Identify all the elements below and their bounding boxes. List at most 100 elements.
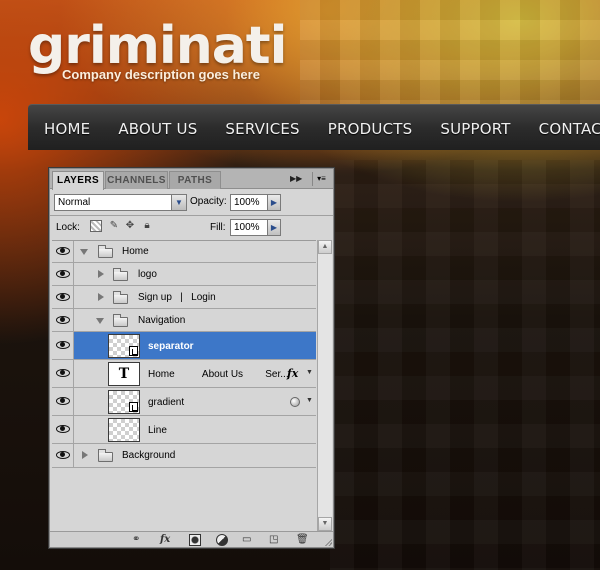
eye-icon[interactable] bbox=[56, 397, 70, 405]
eye-icon[interactable] bbox=[56, 451, 70, 459]
layer-thumbnail[interactable] bbox=[108, 334, 140, 358]
layer-row-logo[interactable]: logo bbox=[52, 263, 316, 286]
disclosure-right-icon[interactable] bbox=[98, 270, 104, 278]
new-layer-icon[interactable]: ◳ bbox=[269, 534, 278, 546]
eye-icon[interactable] bbox=[56, 341, 70, 349]
lock-move-icon[interactable]: ✥ bbox=[124, 220, 136, 232]
layer-row-text[interactable]: T Home About Us Ser... fx ▼ bbox=[52, 360, 316, 388]
visibility-cell bbox=[52, 286, 74, 308]
blend-mode-value: Normal bbox=[58, 197, 91, 208]
layers-list: Home logo Sign up | Login Navigation sep… bbox=[52, 240, 316, 531]
site-logo[interactable]: griminati bbox=[28, 18, 287, 74]
layer-name: Sign up | Login bbox=[138, 292, 216, 303]
lock-brush-icon[interactable]: ✎ bbox=[108, 220, 120, 232]
site-tagline: Company description goes here bbox=[62, 67, 260, 82]
layer-name: separator bbox=[148, 341, 194, 352]
visibility-cell bbox=[52, 241, 74, 262]
layer-thumbnail[interactable] bbox=[108, 390, 140, 414]
scroll-down-icon[interactable]: ▼ bbox=[318, 517, 332, 531]
layer-row-background[interactable]: Background bbox=[52, 444, 316, 468]
panel-footer: ⚭ fx ▭ ◳ 🗑︎ bbox=[50, 531, 333, 547]
layer-style-icon[interactable] bbox=[290, 397, 300, 407]
fx-icon[interactable]: fx bbox=[287, 367, 298, 380]
nav-contact[interactable]: CONTACT bbox=[525, 105, 600, 151]
nav-products[interactable]: PRODUCTS bbox=[314, 105, 427, 151]
group-folder-icon[interactable]: ▭ bbox=[242, 534, 251, 546]
eye-icon[interactable] bbox=[56, 425, 70, 433]
double-chevron-right-icon[interactable]: ▶▶ bbox=[290, 174, 302, 183]
panel-menu-icon[interactable]: ▾≡ bbox=[312, 172, 330, 186]
layer-thumbnail[interactable] bbox=[108, 418, 140, 442]
opacity-input[interactable]: 100% bbox=[230, 194, 268, 211]
adjustment-icon[interactable] bbox=[216, 534, 228, 546]
tab-channels[interactable]: CHANNELS bbox=[105, 171, 168, 189]
disclosure-down-icon[interactable] bbox=[80, 249, 88, 255]
visibility-cell bbox=[52, 309, 74, 331]
opacity-label: Opacity: bbox=[190, 196, 227, 207]
visibility-cell bbox=[52, 416, 74, 443]
visibility-cell bbox=[52, 332, 74, 359]
body-mosaic-pattern bbox=[330, 160, 600, 570]
layers-scrollbar[interactable]: ▲ ▼ bbox=[317, 240, 332, 531]
layer-row-separator[interactable]: separator bbox=[52, 332, 316, 360]
smart-object-icon bbox=[129, 402, 138, 412]
folder-icon bbox=[113, 291, 128, 304]
layer-row-gradient[interactable]: gradient ▼ bbox=[52, 388, 316, 416]
layer-name: Home About Us Ser... bbox=[148, 369, 289, 380]
nav-home[interactable]: HOME bbox=[28, 105, 104, 151]
fill-input[interactable]: 100% bbox=[230, 219, 268, 236]
lock-transparent-icon[interactable] bbox=[90, 220, 102, 232]
lock-label: Lock: bbox=[56, 222, 80, 233]
header-mosaic-pattern bbox=[300, 0, 600, 120]
chevron-down-icon[interactable]: ▼ bbox=[306, 397, 313, 404]
chevron-down-icon[interactable]: ▼ bbox=[171, 195, 186, 210]
nav-about-us[interactable]: ABOUT US bbox=[104, 105, 211, 151]
folder-icon bbox=[113, 268, 128, 281]
link-icon[interactable]: ⚭ bbox=[132, 534, 140, 546]
layer-name: logo bbox=[138, 269, 157, 280]
tab-paths[interactable]: PATHS bbox=[169, 171, 221, 189]
folder-icon bbox=[98, 245, 113, 258]
layer-name: Background bbox=[122, 450, 176, 461]
lock-all-icon[interactable]: 🔒︎ bbox=[141, 220, 153, 232]
visibility-cell bbox=[52, 360, 74, 387]
folder-icon bbox=[113, 314, 128, 327]
eye-icon[interactable] bbox=[56, 293, 70, 301]
panel-tab-bar: LAYERS CHANNELS PATHS ▶▶ ▾≡ bbox=[50, 169, 333, 190]
nav-support[interactable]: SUPPORT bbox=[426, 105, 524, 151]
smart-object-icon bbox=[129, 346, 138, 356]
nav-services[interactable]: SERVICES bbox=[211, 105, 313, 151]
layer-name: gradient bbox=[148, 397, 185, 408]
eye-icon[interactable] bbox=[56, 316, 70, 324]
text-layer-icon[interactable]: T bbox=[108, 362, 140, 386]
visibility-cell bbox=[52, 263, 74, 285]
fill-label: Fill: bbox=[210, 222, 226, 233]
eye-icon[interactable] bbox=[56, 369, 70, 377]
folder-icon bbox=[98, 449, 113, 462]
main-navigation: HOME ABOUT US SERVICES PRODUCTS SUPPORT … bbox=[28, 104, 600, 150]
layer-row-signup-login[interactable]: Sign up | Login bbox=[52, 286, 316, 309]
chevron-down-icon[interactable]: ▼ bbox=[306, 369, 313, 376]
layer-row-line[interactable]: Line bbox=[52, 416, 316, 444]
layer-name: Navigation bbox=[138, 315, 186, 326]
opacity-slider-arrow-icon[interactable]: ▶ bbox=[268, 194, 281, 211]
trash-icon[interactable]: 🗑︎ bbox=[296, 534, 309, 546]
fill-slider-arrow-icon[interactable]: ▶ bbox=[268, 219, 281, 236]
layers-panel: LAYERS CHANNELS PATHS ▶▶ ▾≡ Normal ▼ Opa… bbox=[49, 168, 334, 548]
options-divider bbox=[50, 215, 333, 216]
mask-icon[interactable] bbox=[189, 534, 201, 546]
eye-icon[interactable] bbox=[56, 247, 70, 255]
layer-name: Home bbox=[122, 246, 149, 257]
blend-mode-select[interactable]: Normal ▼ bbox=[54, 194, 187, 211]
fx-icon[interactable]: fx bbox=[160, 534, 170, 546]
layer-row-navigation[interactable]: Navigation bbox=[52, 309, 316, 332]
visibility-cell bbox=[52, 388, 74, 415]
eye-icon[interactable] bbox=[56, 270, 70, 278]
disclosure-right-icon[interactable] bbox=[98, 293, 104, 301]
scroll-up-icon[interactable]: ▲ bbox=[318, 240, 332, 254]
resize-grip-icon[interactable] bbox=[324, 538, 332, 546]
disclosure-down-icon[interactable] bbox=[96, 318, 104, 324]
tab-layers[interactable]: LAYERS bbox=[52, 171, 104, 190]
layer-row-home[interactable]: Home bbox=[52, 241, 316, 263]
disclosure-right-icon[interactable] bbox=[82, 451, 88, 459]
